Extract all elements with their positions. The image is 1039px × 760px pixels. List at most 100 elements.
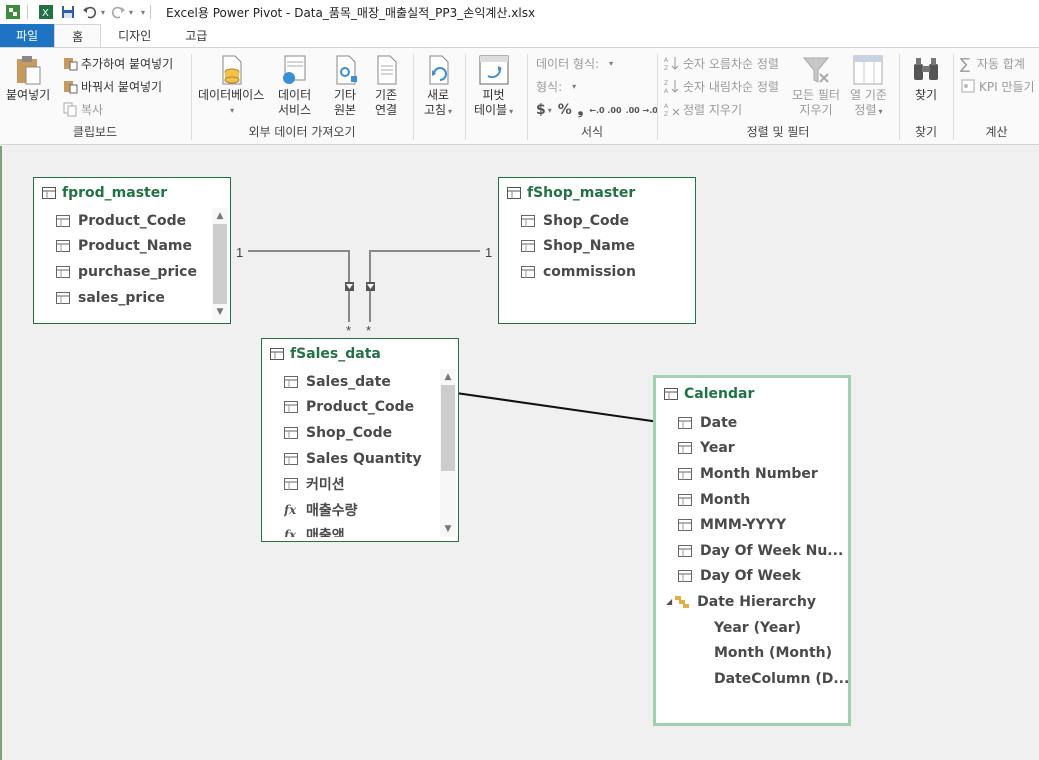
sort-descending-button[interactable]: ZA 숫자 내림차순 정렬 bbox=[664, 76, 779, 96]
column-row[interactable]: Sales_date bbox=[284, 369, 440, 395]
existing-connections-button[interactable]: 기존 연결 bbox=[370, 54, 402, 118]
table-fshop-master[interactable]: fShop_master Shop_Code Shop_Name commiss… bbox=[498, 177, 696, 324]
other-sources-button[interactable]: 기타 원본 bbox=[329, 54, 361, 118]
comma-button[interactable]: ❟ bbox=[578, 102, 584, 118]
sort-by-column-label-1: 열 기준 bbox=[850, 88, 887, 102]
format-dropdown[interactable]: 형식: ▾ bbox=[536, 76, 576, 96]
increase-decimal-button[interactable]: ←.0 .00 bbox=[589, 106, 621, 115]
data-type-dropdown[interactable]: 데이터 형식: ▾ bbox=[536, 53, 613, 73]
hierarchy-level[interactable]: Year (Year) bbox=[714, 615, 848, 641]
column-row[interactable]: Shop_Name bbox=[521, 234, 695, 260]
append-paste-button[interactable]: 추가하여 붙여넣기 bbox=[62, 53, 173, 73]
create-kpi-button[interactable]: KPI 만들기 bbox=[960, 76, 1035, 96]
clear-sort-button[interactable]: AZ 정렬 지우기 bbox=[664, 99, 742, 119]
svg-text:A: A bbox=[664, 88, 669, 94]
sigma-icon: ∑ bbox=[960, 55, 971, 73]
table-name: fShop_master bbox=[527, 185, 636, 201]
tab-advanced[interactable]: 고급 bbox=[168, 24, 224, 47]
column-name: 커미션 bbox=[306, 477, 345, 494]
excel-icon[interactable]: X bbox=[37, 3, 55, 21]
pivot-table-button[interactable]: 피벗 테이블 ▾ bbox=[474, 54, 513, 119]
undo-dropdown-icon[interactable]: ▾ bbox=[101, 8, 105, 17]
scroll-thumb[interactable] bbox=[441, 385, 455, 471]
replace-paste-button[interactable]: 바꿔서 붙여넣기 bbox=[62, 76, 162, 96]
column-row[interactable]: Shop_Code bbox=[284, 420, 440, 446]
find-group-label: 찾기 bbox=[914, 125, 938, 139]
currency-button[interactable]: $ bbox=[536, 102, 546, 118]
table-calendar[interactable]: Calendar Date Year Month Number Month MM… bbox=[653, 375, 851, 726]
find-group: 찾기 찾기 bbox=[900, 48, 952, 144]
sort-ascending-button[interactable]: AZ 숫자 오름차순 정렬 bbox=[664, 53, 779, 73]
column-row[interactable]: Month bbox=[678, 487, 848, 513]
column-row[interactable]: Date bbox=[678, 410, 848, 436]
column-row[interactable]: Day Of Week Nu... bbox=[678, 538, 848, 564]
database-label: 데이터베이스 bbox=[198, 88, 265, 102]
table-icon bbox=[507, 187, 521, 199]
percent-button[interactable]: % bbox=[558, 102, 572, 118]
from-database-button[interactable]: 데이터베이스 ▾ bbox=[198, 54, 264, 118]
column-row[interactable]: Day Of Week bbox=[678, 564, 848, 590]
column-row[interactable]: Product_Code bbox=[56, 208, 212, 234]
column-row[interactable]: 커미션 bbox=[284, 471, 440, 497]
existing-connections-label-2: 연결 bbox=[374, 103, 398, 117]
redo-icon[interactable] bbox=[109, 3, 127, 21]
refresh-button[interactable]: 새로 고침 ▾ bbox=[422, 54, 454, 119]
scroll-thumb[interactable] bbox=[213, 224, 227, 304]
svg-text:A: A bbox=[664, 103, 669, 110]
tab-design[interactable]: 디자인 bbox=[101, 24, 168, 47]
ribbon: 붙여넣기 추가하여 붙여넣기 바꿔서 붙여넣기 복사 클립보드 데이터베이스 ▾… bbox=[0, 47, 1039, 145]
autosum-button[interactable]: ∑ 자동 합계 bbox=[960, 53, 1025, 73]
clear-all-filters-button[interactable]: 모든 필터 지우기 bbox=[792, 54, 840, 118]
column-row[interactable]: purchase_price bbox=[56, 259, 212, 285]
column-icon bbox=[678, 519, 692, 532]
scroll-down-icon[interactable]: ▼ bbox=[212, 304, 228, 320]
find-button[interactable]: 찾기 bbox=[910, 54, 942, 103]
measure-row[interactable]: fx 매출액 bbox=[284, 523, 440, 537]
paste-button[interactable]: 붙여넣기 bbox=[6, 54, 50, 103]
scroll-down-icon[interactable]: ▼ bbox=[440, 521, 456, 537]
data-service-button[interactable]: 데이터 서비스 bbox=[278, 54, 311, 118]
column-row[interactable]: MMM-YYYY bbox=[678, 512, 848, 538]
column-name: Product_Name bbox=[78, 238, 193, 255]
measure-icon: fx bbox=[284, 502, 297, 517]
hierarchy-level[interactable]: Month (Month) bbox=[714, 640, 848, 666]
decrease-decimal-button[interactable]: .00 →.0 bbox=[626, 106, 658, 115]
copy-button[interactable]: 복사 bbox=[62, 99, 103, 119]
table-header[interactable]: Calendar bbox=[656, 378, 848, 410]
column-row[interactable]: commission bbox=[521, 259, 695, 285]
scroll-up-icon[interactable]: ▲ bbox=[440, 369, 456, 385]
collapse-triangle-icon[interactable]: ◢ bbox=[666, 597, 672, 606]
column-row[interactable]: sales_price bbox=[56, 285, 212, 311]
table-scrollbar[interactable]: ▲ ▼ bbox=[440, 369, 456, 537]
table-fprod-master[interactable]: fprod_master Product_Code Product_Name p… bbox=[33, 177, 231, 324]
table-header[interactable]: fSales_data bbox=[262, 339, 458, 369]
hierarchy-level[interactable]: DateColumn (D... bbox=[714, 666, 848, 692]
diagram-canvas[interactable]: 1 1 * * fprod_master Product_Code Produc… bbox=[0, 146, 1039, 760]
column-row[interactable]: Month Number bbox=[678, 461, 848, 487]
table-header[interactable]: fShop_master bbox=[499, 178, 695, 208]
relationship-line-product[interactable] bbox=[248, 250, 350, 322]
redo-dropdown-icon[interactable]: ▾ bbox=[129, 8, 133, 17]
table-fsales-data[interactable]: fSales_data Sales_date Product_Code Shop… bbox=[261, 338, 459, 542]
sort-descending-icon: ZA bbox=[664, 80, 679, 94]
scroll-up-icon[interactable]: ▲ bbox=[212, 208, 228, 224]
measure-row[interactable]: fx 매출수량 bbox=[284, 497, 440, 523]
column-row[interactable]: Shop_Code bbox=[521, 208, 695, 234]
column-row[interactable]: Sales Quantity bbox=[284, 446, 440, 472]
column-row[interactable]: Product_Code bbox=[284, 395, 440, 421]
column-icon bbox=[521, 240, 535, 253]
tab-file[interactable]: 파일 bbox=[0, 24, 55, 47]
table-icon bbox=[270, 348, 284, 360]
undo-icon[interactable] bbox=[81, 3, 99, 21]
relationship-line-shop[interactable] bbox=[369, 250, 480, 322]
customize-qat-icon[interactable]: ▾ bbox=[141, 8, 145, 17]
sort-by-column-button[interactable]: 열 기준 정렬 ▾ bbox=[850, 54, 887, 119]
hierarchy-name: Date Hierarchy bbox=[697, 593, 816, 610]
column-row[interactable]: Product_Name bbox=[56, 234, 212, 260]
table-scrollbar[interactable]: ▲ ▼ bbox=[212, 208, 228, 320]
table-header[interactable]: fprod_master bbox=[34, 178, 230, 208]
tab-home[interactable]: 홈 bbox=[54, 24, 102, 48]
column-row[interactable]: Year bbox=[678, 436, 848, 462]
hierarchy-row[interactable]: ◢ Date Hierarchy bbox=[656, 589, 848, 615]
save-icon[interactable] bbox=[59, 3, 77, 21]
